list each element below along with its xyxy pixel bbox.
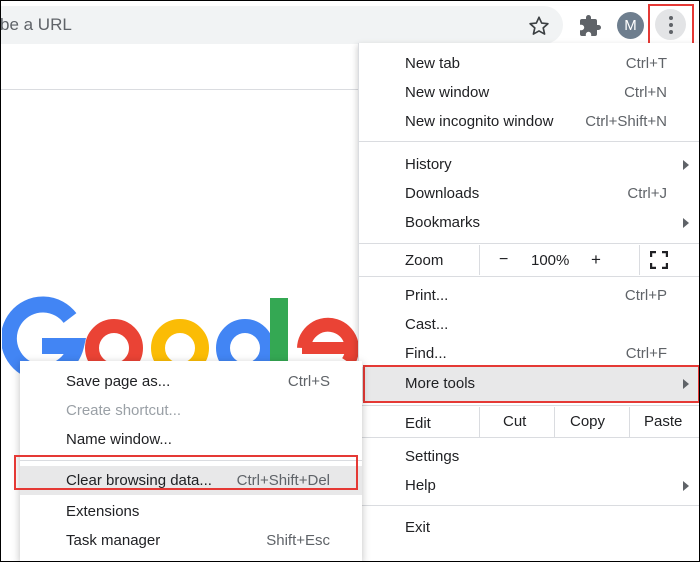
menu-item-history[interactable]: History xyxy=(359,150,700,179)
submenu-item-label: Name window... xyxy=(66,431,172,448)
menu-item-label: Print... xyxy=(405,287,449,304)
more-tools-highlight-box xyxy=(363,365,700,403)
menu-separator xyxy=(359,141,700,142)
menu-separator xyxy=(359,437,700,438)
menu-item-label: Bookmarks xyxy=(405,214,481,231)
menu-item-shortcut: Ctrl+J xyxy=(627,185,667,202)
submenu-item-label: Task manager xyxy=(66,532,161,549)
submenu-item-shortcut: Shift+Esc xyxy=(266,532,330,549)
menu-item-print[interactable]: Print... Ctrl+P xyxy=(359,281,700,310)
submenu-item-save-page[interactable]: Save page as... Ctrl+S xyxy=(20,367,362,396)
kebab-highlight-box xyxy=(648,4,694,46)
submenu-item-task-manager[interactable]: Task manager Shift+Esc xyxy=(20,526,362,555)
clear-browsing-highlight-box xyxy=(14,455,358,490)
chevron-right-icon xyxy=(683,160,689,170)
menu-item-label: Help xyxy=(405,477,436,494)
fullscreen-icon xyxy=(650,251,668,269)
menu-item-cast[interactable]: Cast... xyxy=(359,310,700,339)
menu-item-new-tab[interactable]: New tab Ctrl+T xyxy=(359,49,700,78)
chevron-right-icon xyxy=(683,218,689,228)
menu-item-shortcut: Ctrl+P xyxy=(624,287,667,304)
zoom-row: Zoom − 100% + xyxy=(359,245,700,275)
edit-label: Edit xyxy=(405,415,431,432)
menu-item-label: New incognito window xyxy=(405,113,554,130)
menu-item-settings[interactable]: Settings xyxy=(359,442,700,471)
menu-separator xyxy=(359,405,700,406)
menu-item-shortcut: Ctrl+Shift+N xyxy=(585,113,667,130)
zoom-level: 100% xyxy=(531,252,570,269)
zoom-in-button[interactable]: + xyxy=(591,250,601,270)
menu-item-help[interactable]: Help xyxy=(359,471,700,500)
address-bar-placeholder: be a URL xyxy=(0,15,72,34)
menu-item-label: New tab xyxy=(405,55,461,72)
paste-button[interactable]: Paste xyxy=(644,413,682,430)
menu-item-label: Downloads xyxy=(405,185,480,202)
menu-item-label: Cast... xyxy=(405,316,449,333)
menu-item-new-window[interactable]: New window Ctrl+N xyxy=(359,78,700,107)
fullscreen-button[interactable] xyxy=(639,245,700,275)
submenu-item-label: Extensions xyxy=(66,503,140,520)
cut-button[interactable]: Cut xyxy=(503,413,526,430)
menu-item-label: Settings xyxy=(405,448,460,465)
star-icon[interactable] xyxy=(528,15,550,37)
menu-separator xyxy=(359,243,700,244)
submenu-item-create-shortcut: Create shortcut... xyxy=(20,396,362,425)
submenu-item-shortcut: Ctrl+S xyxy=(287,373,330,390)
chrome-main-menu: New tab Ctrl+T New window Ctrl+N New inc… xyxy=(358,43,700,562)
chevron-right-icon xyxy=(683,481,689,491)
submenu-item-extensions[interactable]: Extensions xyxy=(20,497,362,526)
menu-item-label: New window xyxy=(405,84,490,101)
divider xyxy=(0,89,360,90)
menu-item-label: History xyxy=(405,156,452,173)
menu-item-downloads[interactable]: Downloads Ctrl+J xyxy=(359,179,700,208)
menu-item-new-incognito-window[interactable]: New incognito window Ctrl+Shift+N xyxy=(359,107,700,136)
edit-row: Edit Cut Copy Paste xyxy=(359,407,700,437)
puzzle-icon[interactable] xyxy=(578,14,602,38)
zoom-out-button[interactable]: − xyxy=(499,251,508,269)
submenu-item-label: Save page as... xyxy=(66,373,171,390)
zoom-label: Zoom xyxy=(405,252,444,269)
menu-item-label: Exit xyxy=(405,519,431,536)
submenu-item-label: Create shortcut... xyxy=(66,402,182,419)
copy-button[interactable]: Copy xyxy=(570,413,605,430)
menu-item-shortcut: Ctrl+N xyxy=(624,84,667,101)
address-bar[interactable]: be a URL xyxy=(0,6,563,44)
menu-separator xyxy=(359,505,700,506)
menu-item-shortcut: Ctrl+T xyxy=(625,55,667,72)
menu-item-label: Find... xyxy=(405,345,447,362)
menu-item-shortcut: Ctrl+F xyxy=(625,345,667,362)
submenu-item-name-window[interactable]: Name window... xyxy=(20,425,362,454)
menu-item-find[interactable]: Find... Ctrl+F xyxy=(359,339,700,368)
menu-separator xyxy=(359,276,700,277)
profile-avatar[interactable]: M xyxy=(617,12,644,39)
menu-item-bookmarks[interactable]: Bookmarks xyxy=(359,208,700,237)
menu-item-exit[interactable]: Exit xyxy=(359,513,700,542)
